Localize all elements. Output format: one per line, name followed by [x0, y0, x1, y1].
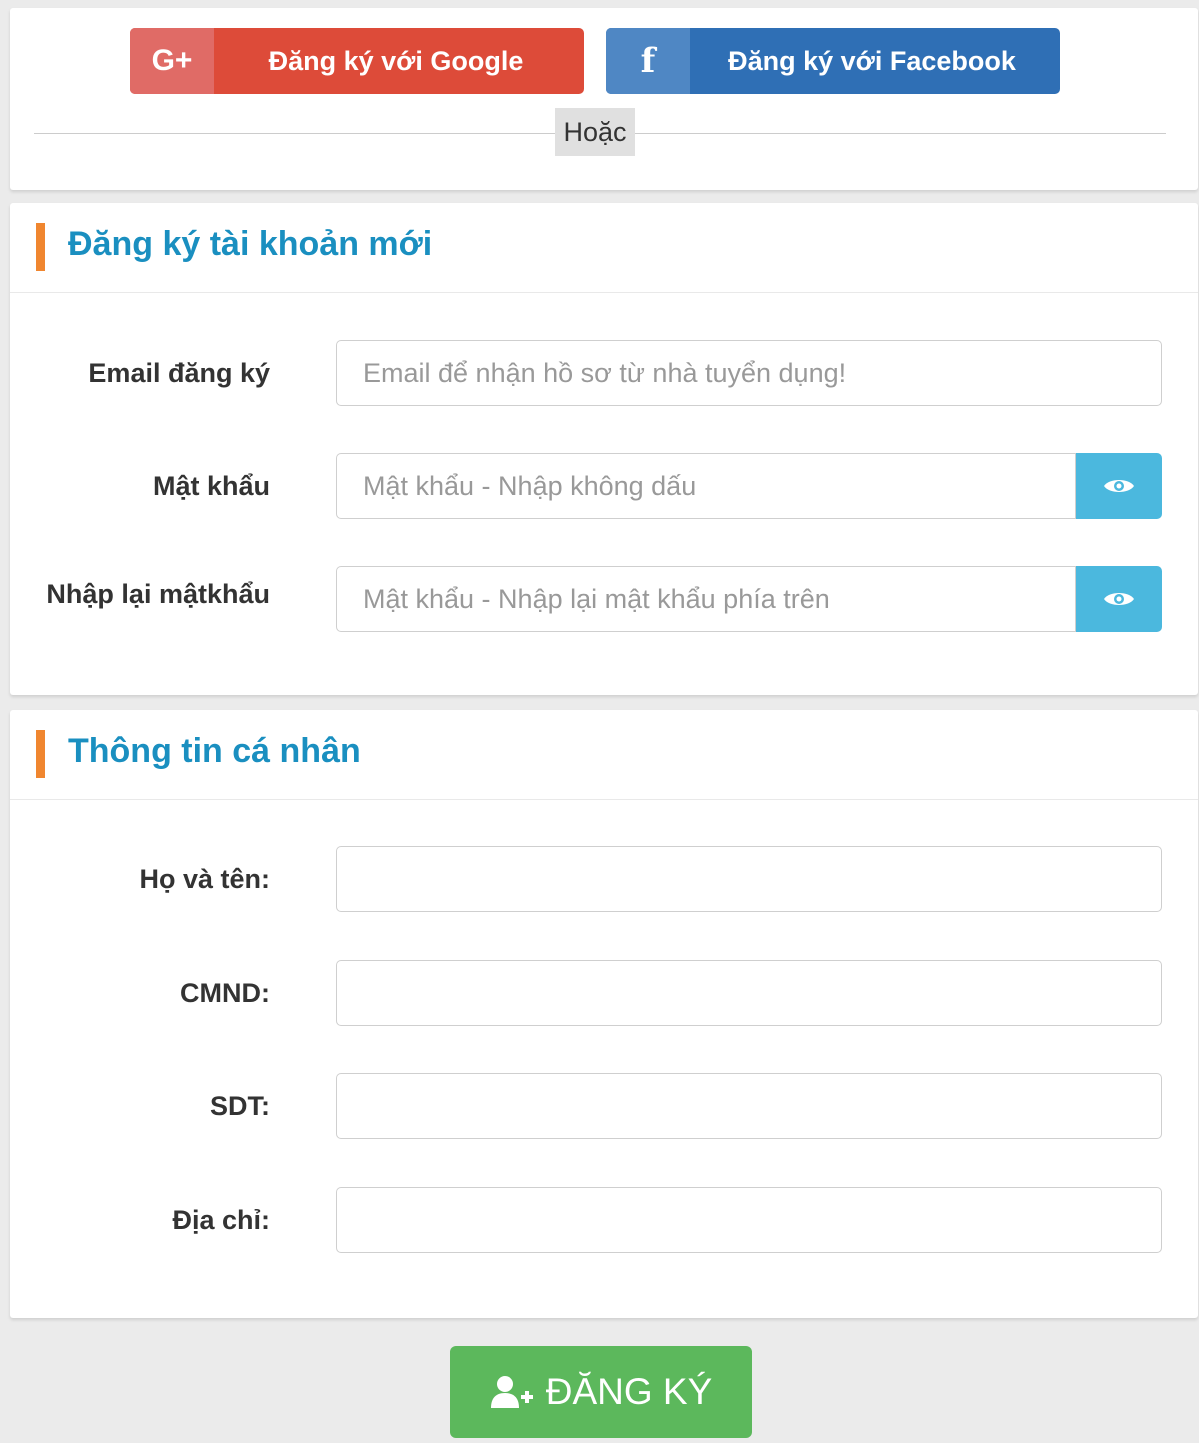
accent-bar [36, 730, 45, 778]
google-plus-icon: G+ [130, 28, 214, 94]
phone-field[interactable] [336, 1073, 1162, 1139]
facebook-icon: f [606, 28, 690, 94]
address-label: Địa chỉ: [172, 1205, 270, 1235]
registration-page: G+ Đăng ký với Google f Đăng ký với Face… [0, 0, 1199, 1443]
google-signup-button[interactable]: G+ Đăng ký với Google [130, 28, 584, 94]
personal-panel-header: Thông tin cá nhân [10, 710, 1198, 800]
account-panel-title: Đăng ký tài khoản mới [68, 225, 433, 263]
address-field[interactable] [336, 1187, 1162, 1253]
password-label: Mật khẩu [152, 471, 270, 501]
fullname-row: Họ và tên: [10, 846, 1198, 912]
confirm-password-label-line1: Nhập lại mật [46, 579, 207, 609]
social-signup-panel: G+ Đăng ký với Google f Đăng ký với Face… [10, 8, 1198, 190]
facebook-signup-label: Đăng ký với Facebook [728, 45, 1016, 76]
address-row: Địa chỉ: [10, 1187, 1198, 1253]
account-panel: Đăng ký tài khoản mới Email đăng ký Mật … [10, 203, 1198, 695]
add-user-icon [490, 1376, 533, 1408]
email-row: Email đăng ký [10, 340, 1198, 406]
fullname-field[interactable] [336, 846, 1162, 912]
phone-label: SDT: [210, 1091, 270, 1121]
confirm-password-field[interactable] [336, 566, 1076, 632]
register-button[interactable]: ĐĂNG KÝ [450, 1346, 752, 1438]
id-number-label: CMND: [180, 978, 270, 1008]
id-number-field[interactable] [336, 960, 1162, 1026]
confirm-password-label-line2: khẩu [206, 579, 270, 609]
fullname-label: Họ và tên: [139, 864, 270, 894]
password-row: Mật khẩu [10, 453, 1198, 519]
confirm-password-label: Nhập lại mật khẩu [46, 574, 270, 614]
facebook-signup-button[interactable]: f Đăng ký với Facebook [606, 28, 1060, 94]
eye-icon [1104, 480, 1134, 492]
show-confirm-password-button[interactable] [1076, 566, 1162, 632]
account-panel-header: Đăng ký tài khoản mới [10, 203, 1198, 293]
email-label: Email đăng ký [88, 358, 270, 388]
id-number-row: CMND: [10, 960, 1198, 1026]
google-signup-label: Đăng ký với Google [268, 45, 524, 76]
personal-panel-title: Thông tin cá nhân [68, 732, 361, 770]
accent-bar [36, 223, 45, 271]
phone-row: SDT: [10, 1073, 1198, 1139]
show-password-button[interactable] [1076, 453, 1162, 519]
confirm-password-row: Nhập lại mật khẩu [10, 566, 1198, 632]
personal-info-panel: Thông tin cá nhân Họ và tên: CMND: SDT: … [10, 710, 1198, 1318]
email-field[interactable] [336, 340, 1162, 406]
register-button-label: ĐĂNG KÝ [545, 1371, 713, 1412]
password-field[interactable] [336, 453, 1076, 519]
divider-or-text: Hoặc [555, 108, 635, 156]
eye-icon [1104, 593, 1134, 605]
